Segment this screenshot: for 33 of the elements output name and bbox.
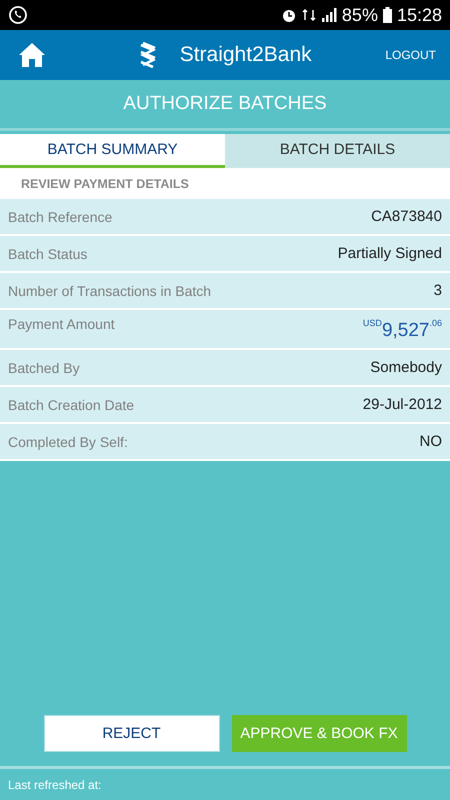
- network-icon: [302, 8, 316, 22]
- logout-button[interactable]: LOGOUT: [383, 46, 438, 64]
- battery-icon: [382, 7, 392, 23]
- detail-value: Partially Signed: [338, 245, 442, 262]
- detail-label: Batched By: [8, 360, 80, 376]
- detail-value: 29-Jul-2012: [362, 396, 442, 413]
- clock: 15:28: [396, 4, 442, 26]
- detail-label: Payment Amount: [8, 316, 115, 332]
- reject-button[interactable]: REJECT: [44, 715, 220, 752]
- section-title: REVIEW PAYMENT DETAILS: [21, 176, 189, 190]
- alarm-icon: [280, 7, 297, 23]
- tab[interactable]: BATCH SUMMARY: [0, 134, 225, 168]
- logo-icon: [138, 42, 158, 68]
- last-refreshed-text: Last refreshed at:: [8, 778, 102, 792]
- signal-icon: [320, 7, 337, 23]
- chat-icon: [8, 5, 28, 25]
- detail-value: 3: [434, 282, 442, 299]
- home-icon[interactable]: [18, 42, 46, 68]
- amount-value: 9,527: [382, 320, 430, 342]
- detail-label: Batch Status: [8, 246, 88, 262]
- app-name: Straight2Bank: [180, 43, 312, 67]
- tab[interactable]: BATCH DETAILS: [225, 134, 450, 168]
- battery-percent: 85%: [342, 4, 378, 26]
- currency-code: USD: [362, 318, 382, 328]
- detail-value: CA873840: [371, 208, 442, 225]
- page-title: AUTHORIZE BATCHES: [0, 80, 450, 131]
- detail-value: NO: [420, 433, 442, 450]
- detail-label: Number of Transactions in Batch: [8, 282, 212, 298]
- detail-label: Batch Creation Date: [8, 396, 134, 412]
- detail-value: Somebody: [370, 359, 442, 376]
- detail-label: Batch Reference: [8, 208, 112, 224]
- amount-cents: .06: [429, 318, 442, 328]
- detail-label: Completed By Self:: [8, 434, 128, 450]
